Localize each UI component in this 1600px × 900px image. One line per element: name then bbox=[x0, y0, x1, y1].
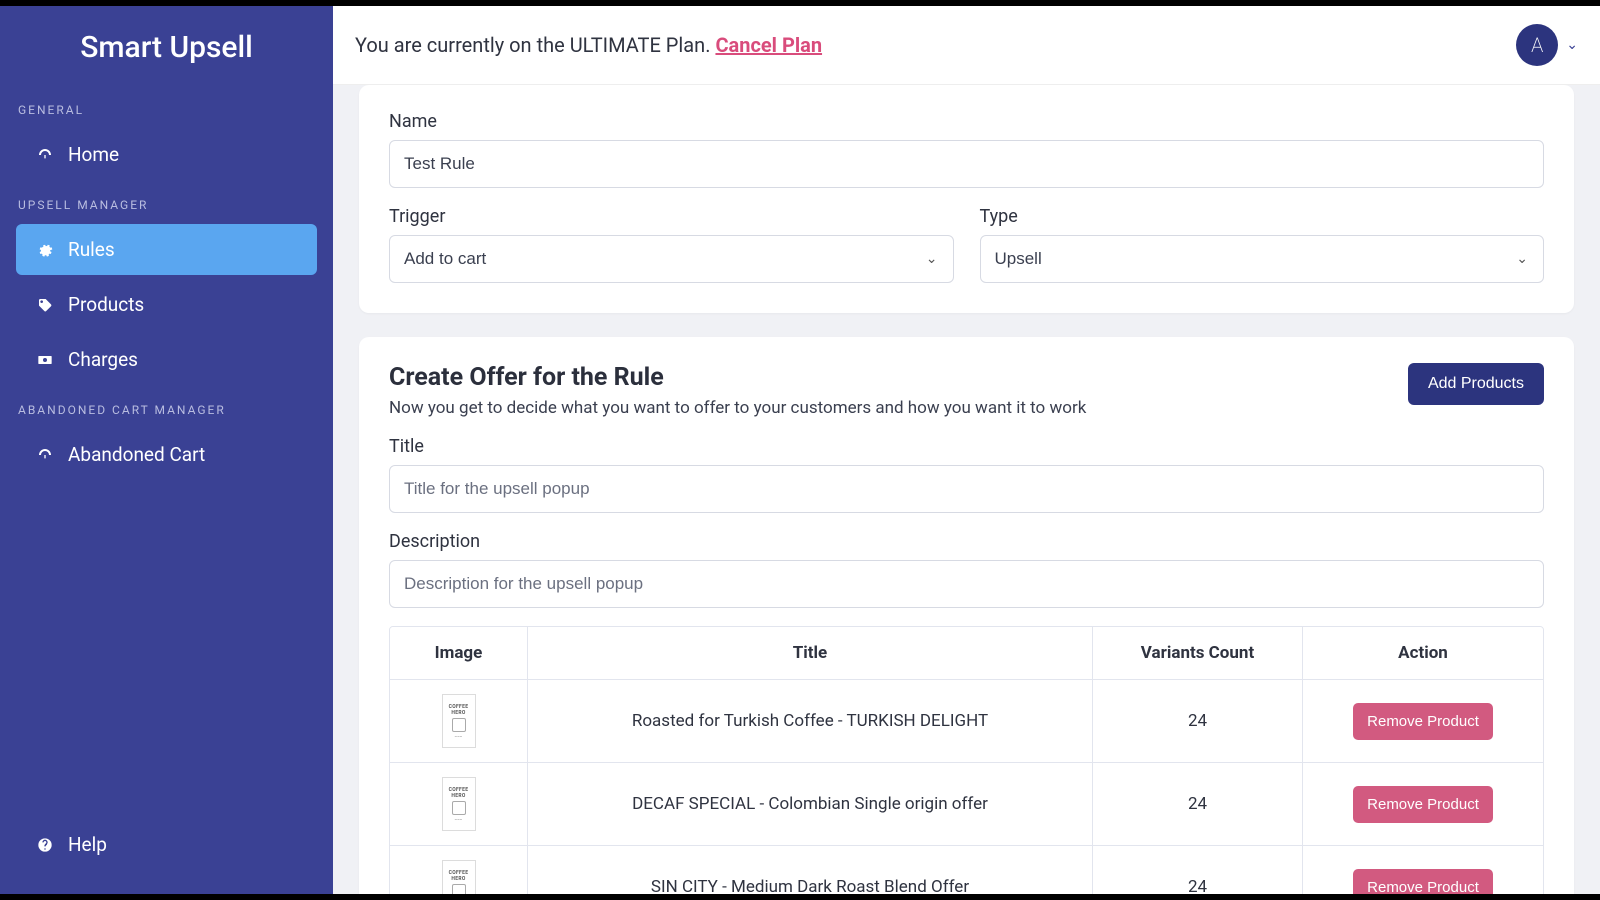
sidebar: Smart Upsell GENERAL Home UPSELL MANAGER Ru… bbox=[0, 6, 333, 894]
table-row: COFFEE HERO——— DECAF SPECIAL - Colombian … bbox=[390, 763, 1543, 846]
trigger-select[interactable]: ⌄ bbox=[389, 235, 954, 283]
money-icon bbox=[36, 351, 54, 369]
table-row: COFFEE HERO——— Roasted for Turkish Coffee… bbox=[390, 680, 1543, 763]
sidebar-item-help[interactable]: Help bbox=[16, 819, 317, 870]
user-menu[interactable]: A ⌄ bbox=[1516, 24, 1578, 66]
sidebar-item-home[interactable]: Home bbox=[16, 129, 317, 180]
sidebar-section-label: UPSELL MANAGER bbox=[0, 184, 333, 220]
product-thumb: COFFEE HERO——— bbox=[442, 860, 476, 894]
th-title: Title bbox=[528, 627, 1093, 680]
trigger-value[interactable] bbox=[389, 235, 954, 283]
products-table: Image Title Variants Count Action COFFEE… bbox=[389, 626, 1544, 894]
cell-action: Remove Product bbox=[1303, 846, 1543, 894]
dashboard-icon bbox=[36, 146, 54, 164]
table-row: COFFEE HERO——— SIN CITY - Medium Dark Roa… bbox=[390, 846, 1543, 894]
sidebar-item-charges[interactable]: Charges bbox=[16, 334, 317, 385]
cell-title: Roasted for Turkish Coffee - TURKISH DEL… bbox=[528, 680, 1093, 763]
sidebar-item-label: Help bbox=[68, 833, 107, 856]
offer-subheading: Now you get to decide what you want to o… bbox=[389, 398, 1086, 418]
chevron-down-icon: ⌄ bbox=[1566, 37, 1578, 53]
main: You are currently on the ULTIMATE Plan. … bbox=[333, 6, 1600, 894]
brand-title: Smart Upsell bbox=[0, 18, 333, 89]
desc-input[interactable] bbox=[389, 560, 1544, 608]
sidebar-item-label: Rules bbox=[68, 238, 115, 261]
type-value[interactable] bbox=[980, 235, 1545, 283]
desc-label: Description bbox=[389, 531, 1544, 552]
sidebar-item-label: Products bbox=[68, 293, 144, 316]
help-icon bbox=[36, 836, 54, 854]
rule-card: Name Trigger ⌄ Type bbox=[359, 85, 1574, 313]
name-label: Name bbox=[389, 111, 1544, 132]
cell-image: COFFEE HERO——— bbox=[390, 846, 528, 894]
sidebar-item-abandoned-cart[interactable]: Abandoned Cart bbox=[16, 429, 317, 480]
type-label: Type bbox=[980, 206, 1545, 227]
sidebar-item-products[interactable]: Products bbox=[16, 279, 317, 330]
cell-variants: 24 bbox=[1093, 846, 1303, 894]
cell-image: COFFEE HERO——— bbox=[390, 763, 528, 846]
th-action: Action bbox=[1303, 627, 1543, 680]
cell-title: DECAF SPECIAL - Colombian Single origin … bbox=[528, 763, 1093, 846]
type-select[interactable]: ⌄ bbox=[980, 235, 1545, 283]
sidebar-item-label: Abandoned Cart bbox=[68, 443, 205, 466]
sidebar-item-rules[interactable]: Rules bbox=[16, 224, 317, 275]
cell-variants: 24 bbox=[1093, 680, 1303, 763]
product-thumb: COFFEE HERO——— bbox=[442, 694, 476, 748]
topbar: You are currently on the ULTIMATE Plan. … bbox=[333, 6, 1600, 85]
cell-action: Remove Product bbox=[1303, 680, 1543, 763]
plan-status: You are currently on the ULTIMATE Plan. … bbox=[355, 33, 822, 57]
title-input[interactable] bbox=[389, 465, 1544, 513]
remove-product-button[interactable]: Remove Product bbox=[1353, 703, 1493, 740]
th-variants: Variants Count bbox=[1093, 627, 1303, 680]
tags-icon bbox=[36, 296, 54, 314]
sidebar-item-label: Home bbox=[68, 143, 119, 166]
cell-image: COFFEE HERO——— bbox=[390, 680, 528, 763]
cancel-plan-link[interactable]: Cancel Plan bbox=[715, 33, 822, 57]
cell-title: SIN CITY - Medium Dark Roast Blend Offer bbox=[528, 846, 1093, 894]
avatar: A bbox=[1516, 24, 1558, 66]
trigger-label: Trigger bbox=[389, 206, 954, 227]
sidebar-section-label: ABANDONED CART MANAGER bbox=[0, 389, 333, 425]
add-products-button[interactable]: Add Products bbox=[1408, 363, 1544, 405]
gear-icon bbox=[36, 241, 54, 259]
product-thumb: COFFEE HERO——— bbox=[442, 777, 476, 831]
sidebar-section-label: GENERAL bbox=[0, 89, 333, 125]
offer-heading: Create Offer for the Rule bbox=[389, 363, 1086, 392]
cell-action: Remove Product bbox=[1303, 763, 1543, 846]
cell-variants: 24 bbox=[1093, 763, 1303, 846]
remove-product-button[interactable]: Remove Product bbox=[1353, 869, 1493, 895]
remove-product-button[interactable]: Remove Product bbox=[1353, 786, 1493, 823]
dashboard-icon bbox=[36, 446, 54, 464]
title-label: Title bbox=[389, 436, 1544, 457]
name-input[interactable] bbox=[389, 140, 1544, 188]
sidebar-item-label: Charges bbox=[68, 348, 138, 371]
plan-text: You are currently on the ULTIMATE Plan. bbox=[355, 33, 715, 57]
th-image: Image bbox=[390, 627, 528, 680]
offer-card: Create Offer for the Rule Now you get to… bbox=[359, 337, 1574, 894]
